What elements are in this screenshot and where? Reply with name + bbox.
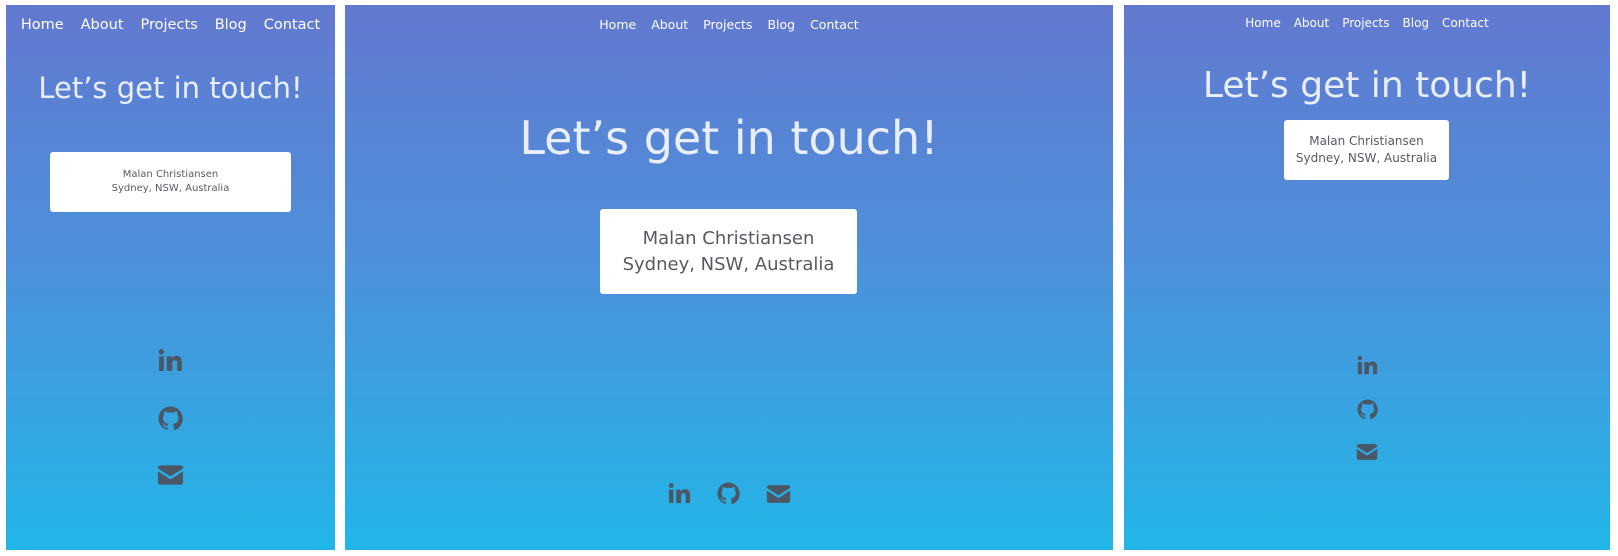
contact-name: Malan Christiansen [642,227,815,249]
contact-name: Malan Christiansen [122,169,219,180]
nav-home-link[interactable]: Home [1245,16,1280,30]
nav-home-link[interactable]: Home [21,17,64,33]
github-icon[interactable] [1356,399,1378,420]
social-links [6,348,335,486]
nav-about-link[interactable]: About [651,17,688,32]
contact-location: Sydney, NSW, Australia [1295,151,1438,165]
email-icon[interactable] [157,464,184,486]
nav-blog-link[interactable]: Blog [767,17,795,32]
nav-about-link[interactable]: About [81,17,124,33]
social-links [345,482,1113,505]
contact-card: Malan Christiansen Sydney, NSW, Australi… [50,152,291,212]
nav-contact-link[interactable]: Contact [810,17,859,32]
nav-projects-link[interactable]: Projects [703,17,752,32]
linkedin-icon[interactable] [158,348,183,373]
contact-name: Malan Christiansen [1309,134,1424,148]
nav-projects-link[interactable]: Projects [141,17,198,33]
mobile-view-panel: Home About Projects Blog Contact Let’s g… [6,5,335,550]
page-title: Let’s get in touch! [38,71,303,105]
tablet-view-panel: Home About Projects Blog Contact Let’s g… [1124,5,1610,550]
linkedin-icon[interactable] [668,482,691,505]
nav-blog-link[interactable]: Blog [1403,16,1430,30]
page-title: Let’s get in touch! [519,111,939,165]
github-icon[interactable] [158,406,183,431]
contact-location: Sydney, NSW, Australia [622,253,835,275]
nav-about-link[interactable]: About [1294,16,1329,30]
nav-blog-link[interactable]: Blog [215,17,247,33]
page-title: Let’s get in touch! [1202,65,1532,106]
contact-location: Sydney, NSW, Australia [111,183,230,194]
contact-card: Malan Christiansen Sydney, NSW, Australi… [1284,120,1449,180]
nav-home-link[interactable]: Home [599,17,636,32]
top-nav: Home About Projects Blog Contact [6,17,335,33]
nav-contact-link[interactable]: Contact [1442,16,1489,30]
contact-card: Malan Christiansen Sydney, NSW, Australi… [600,209,857,294]
nav-projects-link[interactable]: Projects [1342,16,1389,30]
social-links [1124,355,1610,461]
github-icon[interactable] [716,482,740,505]
email-icon[interactable] [766,484,791,504]
email-icon[interactable] [1356,443,1378,461]
top-nav: Home About Projects Blog Contact [345,17,1113,32]
nav-contact-link[interactable]: Contact [264,17,320,33]
top-nav: Home About Projects Blog Contact [1124,16,1610,30]
desktop-view-panel: Home About Projects Blog Contact Let’s g… [345,5,1113,550]
linkedin-icon[interactable] [1357,355,1378,376]
